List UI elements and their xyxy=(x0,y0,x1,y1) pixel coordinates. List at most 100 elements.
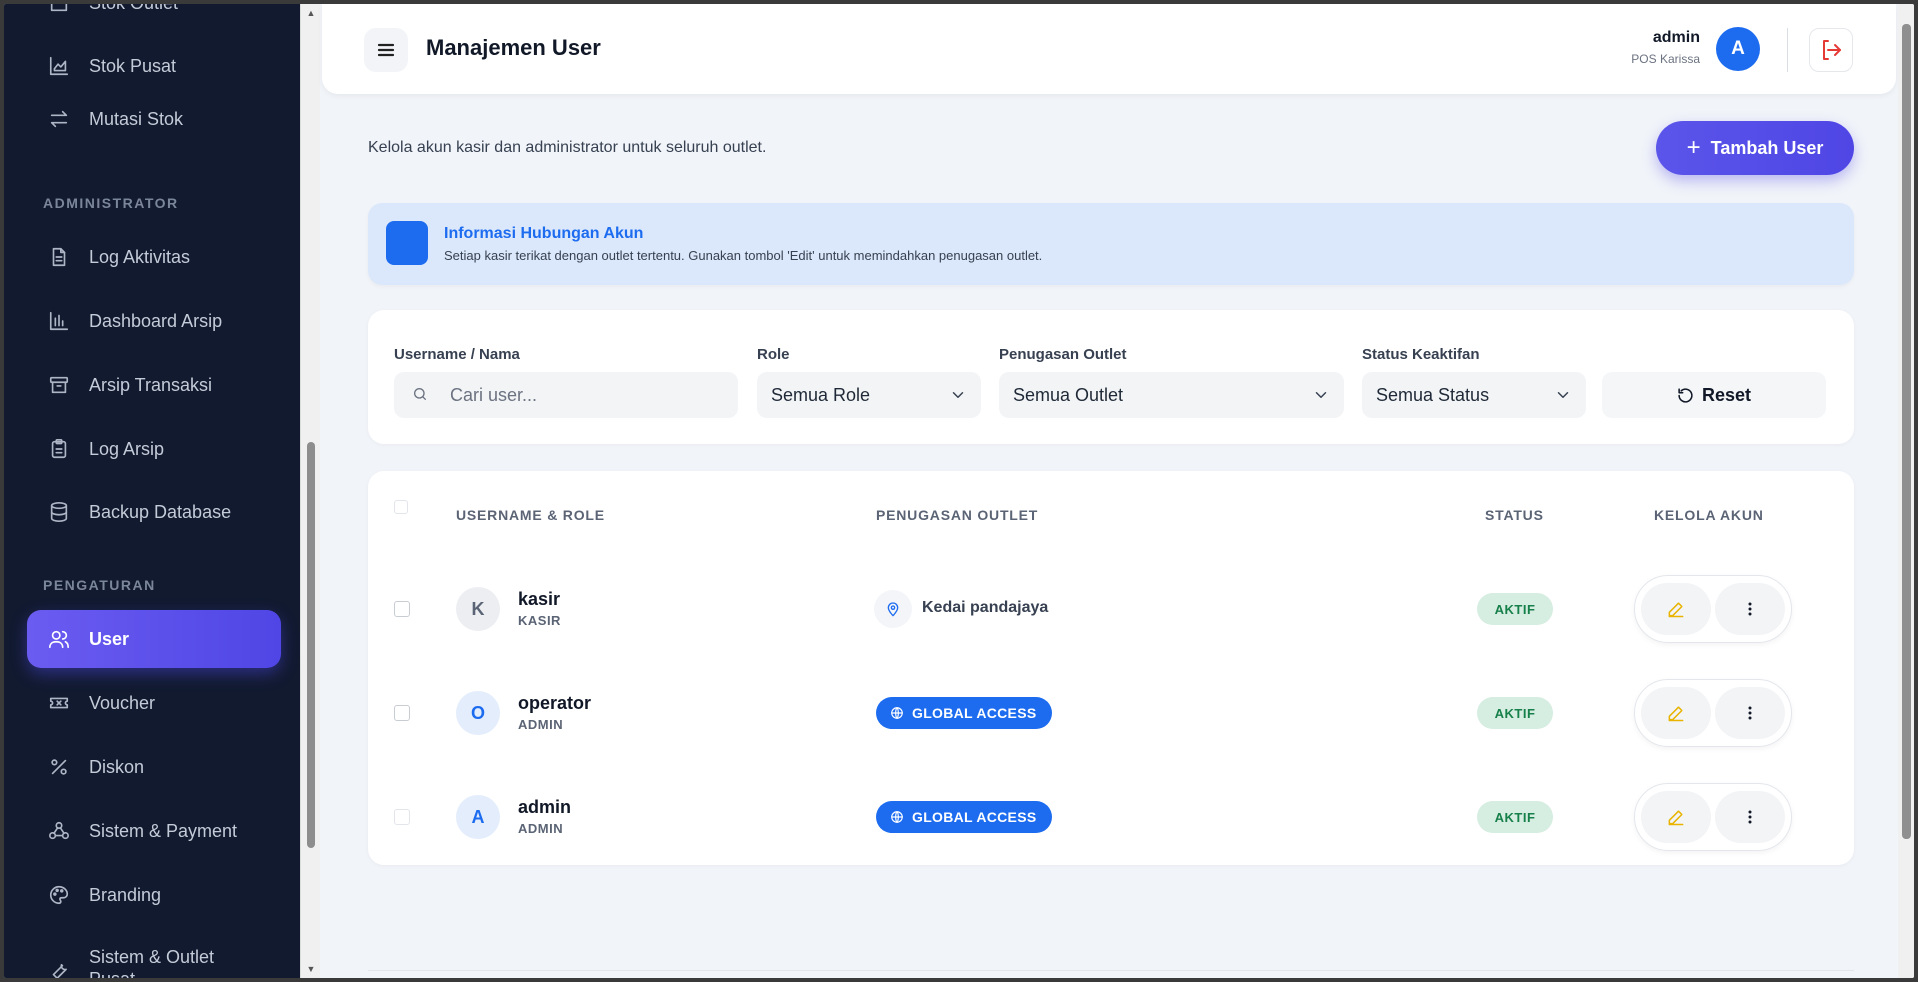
page-title: Manajemen User xyxy=(426,35,601,60)
sidebar-item-label: Arsip Transaksi xyxy=(89,374,213,395)
scroll-up-arrow-icon[interactable]: ▲ xyxy=(306,8,316,18)
logout-button[interactable] xyxy=(1809,28,1853,72)
edit-button[interactable] xyxy=(1641,687,1711,739)
divider xyxy=(1787,28,1788,72)
sidebar-item-branding[interactable]: Branding xyxy=(27,866,281,924)
user-subtitle: POS Karissa xyxy=(1631,52,1700,66)
plus-icon: + xyxy=(1686,134,1701,161)
user-role: ADMIN xyxy=(518,717,564,732)
row-checkbox[interactable] xyxy=(394,705,410,721)
sidebar-item-log-aktivitas[interactable]: Log Aktivitas xyxy=(27,228,281,286)
username: admin xyxy=(518,797,572,817)
sidebar-item-label: Branding xyxy=(89,884,162,905)
username: kasir xyxy=(518,589,561,609)
reset-label: Reset xyxy=(1701,384,1752,405)
sidebar-item-log-arsip[interactable]: Log Arsip xyxy=(27,420,281,478)
status-badge: AKTIF xyxy=(1477,697,1553,729)
outlet-name: Kedai pandajaya xyxy=(922,599,1049,616)
row-actions xyxy=(1634,679,1792,747)
global-access-badge: GLOBAL ACCESS xyxy=(876,697,1053,729)
percent-icon xyxy=(47,755,71,779)
outlet-select[interactable]: Semua Outlet xyxy=(999,372,1344,418)
sidebar-scrollbar-thumb[interactable] xyxy=(307,442,315,848)
sidebar-item-stok-pusat[interactable]: Stok Pusat xyxy=(27,37,281,95)
pencil-icon xyxy=(1668,706,1684,722)
ticket-icon xyxy=(47,691,71,715)
outlet-filter-label: Penugasan Outlet xyxy=(999,346,1127,363)
user-name: admin xyxy=(1652,29,1700,46)
sidebar-item-voucher[interactable]: Voucher xyxy=(27,674,281,732)
sidebar-item-label: Backup Database xyxy=(89,501,232,522)
chevron-down-icon xyxy=(1554,386,1572,404)
role-filter-label: Role xyxy=(757,346,790,363)
file-text-icon xyxy=(47,245,71,269)
user-table: USERNAME & ROLE PENUGASAN OUTLET STATUS … xyxy=(368,471,1854,865)
top-bar: Manajemen User admin POS Karissa A xyxy=(322,4,1896,94)
more-options-button[interactable] xyxy=(1715,687,1785,739)
table-row: K kasir KASIR Kedai pandajaya AKTIF xyxy=(368,557,1854,661)
sidebar-item-dashboard-arsip[interactable]: Dashboard Arsip xyxy=(27,292,281,350)
more-vertical-icon xyxy=(1748,810,1752,824)
sidebar-item-sistem-payment[interactable]: Sistem & Payment xyxy=(27,802,281,860)
sidebar: Stok Outlet Stok Pusat Mutasi Stok ADMIN… xyxy=(4,4,300,978)
global-access-badge: GLOBAL ACCESS xyxy=(876,801,1053,833)
edit-button[interactable] xyxy=(1641,791,1711,843)
status-select[interactable]: Semua Status xyxy=(1362,372,1586,418)
add-user-button[interactable]: + Tambah User xyxy=(1656,121,1854,175)
reset-button[interactable]: Reset xyxy=(1602,372,1826,418)
sidebar-item-stok-outlet[interactable]: Stok Outlet xyxy=(27,4,281,32)
role-select-value: Semua Role xyxy=(771,384,871,405)
row-actions xyxy=(1634,783,1792,851)
status-select-value: Semua Status xyxy=(1376,384,1490,405)
row-checkbox[interactable] xyxy=(394,601,410,617)
avatar[interactable]: A xyxy=(1716,27,1760,71)
chevron-down-icon xyxy=(949,386,967,404)
role-select[interactable]: Semua Role xyxy=(757,372,981,418)
username-filter-label: Username / Nama xyxy=(394,346,520,363)
more-options-button[interactable] xyxy=(1715,791,1785,843)
pencil-icon xyxy=(1668,602,1684,618)
footer-divider xyxy=(368,970,1854,971)
page-scrollbar-thumb[interactable] xyxy=(1902,24,1911,839)
app-window: Stok Outlet Stok Pusat Mutasi Stok ADMIN… xyxy=(4,4,1914,978)
info-banner: Informasi Hubungan Akun Setiap kasir ter… xyxy=(368,203,1854,285)
search-icon xyxy=(412,386,430,404)
global-access-label: GLOBAL ACCESS xyxy=(912,809,1037,825)
status-badge: AKTIF xyxy=(1477,593,1553,625)
search-placeholder: Cari user... xyxy=(450,384,538,405)
sidebar-item-mutasi-stok[interactable]: Mutasi Stok xyxy=(27,90,281,148)
row-checkbox[interactable] xyxy=(394,809,410,825)
sidebar-item-user[interactable]: User xyxy=(27,610,281,668)
avatar: K xyxy=(456,587,500,631)
globe-icon xyxy=(891,707,903,719)
sidebar-item-label: Voucher xyxy=(89,692,156,713)
sidebar-item-sistem-outlet-pusat[interactable]: Sistem & Outlet Pusat xyxy=(27,942,281,978)
column-header-username: USERNAME & ROLE xyxy=(456,507,605,523)
edit-button[interactable] xyxy=(1641,583,1711,635)
search-input[interactable]: Cari user... xyxy=(394,372,738,418)
users-icon xyxy=(47,627,71,651)
more-options-button[interactable] xyxy=(1715,583,1785,635)
select-all-checkbox[interactable] xyxy=(394,500,408,514)
sidebar-item-label: Log Aktivitas xyxy=(89,246,191,267)
pencil-icon xyxy=(1668,810,1684,826)
avatar: O xyxy=(456,691,500,735)
hamburger-icon xyxy=(377,43,395,57)
add-user-label: Tambah User xyxy=(1710,137,1824,158)
sidebar-item-diskon[interactable]: Diskon xyxy=(27,738,281,796)
row-actions xyxy=(1634,575,1792,643)
globe-icon xyxy=(891,811,903,823)
main-content: Manajemen User admin POS Karissa A Kelol… xyxy=(320,4,1898,978)
store-icon xyxy=(47,4,71,15)
sidebar-item-label: Mutasi Stok xyxy=(89,108,184,129)
menu-toggle-button[interactable] xyxy=(364,28,408,72)
sidebar-item-label: User xyxy=(89,628,130,649)
sidebar-item-label: Sistem & Outlet Pusat xyxy=(89,947,215,978)
outlet-select-value: Semua Outlet xyxy=(1013,384,1124,405)
sidebar-item-backup-database[interactable]: Backup Database xyxy=(27,483,281,541)
sidebar-section-pengaturan: PENGATURAN xyxy=(43,577,156,593)
palette-icon xyxy=(47,883,71,907)
scroll-down-arrow-icon[interactable]: ▼ xyxy=(306,964,316,974)
sidebar-item-label: Log Arsip xyxy=(89,438,165,459)
sidebar-item-arsip-transaksi[interactable]: Arsip Transaksi xyxy=(27,356,281,414)
